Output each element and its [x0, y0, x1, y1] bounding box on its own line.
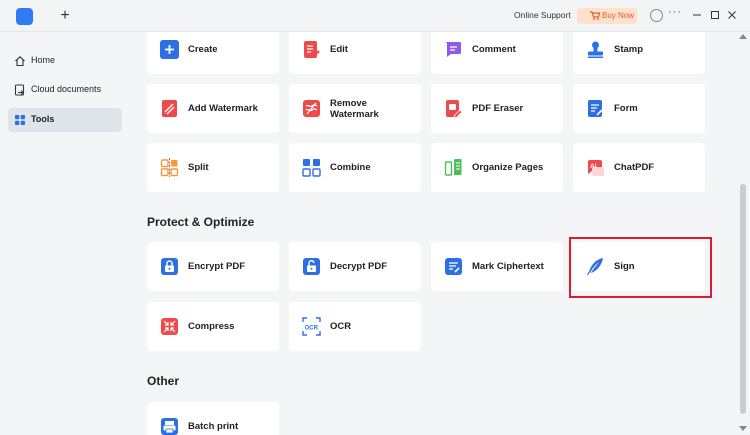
tool-batch-print[interactable]: Batch print: [147, 402, 279, 435]
buy-now-label: Buy Now: [602, 11, 635, 20]
eraser-icon: [444, 99, 463, 118]
tool-label: Edit: [330, 44, 348, 55]
cart-icon: [590, 11, 600, 20]
chatpdf-icon: Ai: [586, 158, 605, 177]
watermark-icon: [160, 99, 179, 118]
stamp-icon: [586, 40, 605, 59]
tool-pdf-eraser[interactable]: PDF Eraser: [431, 84, 563, 133]
ocr-icon: OCR: [302, 317, 321, 336]
unlock-icon: [302, 257, 321, 276]
tool-label: Batch print: [188, 421, 239, 432]
sidebar-item-home[interactable]: Home: [8, 49, 122, 73]
section-title-other: Other: [147, 374, 180, 388]
print-icon: [160, 417, 179, 435]
tool-label: OCR: [330, 321, 352, 332]
tool-label: Organize Pages: [472, 162, 544, 173]
tool-label: ChatPDF: [614, 162, 655, 173]
tool-edit[interactable]: Edit: [289, 32, 421, 74]
comment-icon: [444, 40, 463, 59]
grid-icon: [15, 115, 25, 125]
home-icon: [15, 56, 25, 67]
svg-text:OCR: OCR: [305, 325, 319, 331]
tool-label: PDF Eraser: [472, 103, 524, 114]
tool-chatpdf[interactable]: Ai ChatPDF: [573, 143, 705, 192]
app-logo-icon: [16, 8, 33, 25]
more-options-icon[interactable]: ···: [668, 6, 682, 18]
tool-label: Split: [188, 162, 209, 173]
tool-comment[interactable]: Comment: [431, 32, 563, 74]
sidebar: Home Cloud documents Tools: [0, 32, 130, 435]
scroll-down-icon[interactable]: [739, 426, 747, 431]
user-avatar-icon[interactable]: [650, 9, 663, 22]
tool-label: Decrypt PDF: [330, 261, 388, 272]
combine-icon: [302, 158, 321, 177]
maximize-icon[interactable]: [709, 9, 721, 21]
ciphertext-icon: [444, 257, 463, 276]
online-support-link[interactable]: Online Support: [514, 10, 571, 20]
buy-now-button[interactable]: Buy Now: [577, 8, 637, 24]
tool-label: Add Watermark: [188, 103, 258, 114]
tool-encrypt-pdf[interactable]: Encrypt PDF: [147, 242, 279, 291]
tool-label: Mark Ciphertext: [472, 261, 544, 272]
lock-icon: [160, 257, 179, 276]
tool-compress[interactable]: Compress: [147, 302, 279, 351]
remove-watermark-icon: [302, 99, 321, 118]
sidebar-item-label: Tools: [31, 114, 55, 124]
sidebar-item-tools[interactable]: Tools: [8, 108, 122, 132]
tool-organize-pages[interactable]: Organize Pages: [431, 143, 563, 192]
tool-label: Compress: [188, 321, 235, 332]
svg-text:Ai: Ai: [590, 163, 597, 170]
tool-form[interactable]: Form: [573, 84, 705, 133]
form-icon: [586, 99, 605, 118]
tool-label: Combine: [330, 162, 371, 173]
tool-ocr[interactable]: OCR OCR: [289, 302, 421, 351]
minimize-icon[interactable]: [691, 9, 703, 21]
vertical-scrollbar[interactable]: [737, 32, 750, 435]
tools-panel: Create Edit Comment Stamp Add Watermark …: [130, 32, 737, 435]
scroll-up-icon[interactable]: [739, 34, 747, 39]
compress-icon: [160, 317, 179, 336]
tool-label: Encrypt PDF: [188, 261, 246, 272]
tool-label: Remove Watermark: [330, 98, 379, 120]
section-title-protect-optimize: Protect & Optimize: [147, 215, 255, 229]
tool-stamp[interactable]: Stamp: [573, 32, 705, 74]
sidebar-item-cloud-documents[interactable]: Cloud documents: [8, 78, 122, 102]
sidebar-item-label: Home: [31, 55, 56, 65]
tool-add-watermark[interactable]: Add Watermark: [147, 84, 279, 133]
tool-label: Comment: [472, 44, 516, 55]
organize-pages-icon: [444, 158, 463, 177]
tool-mark-ciphertext[interactable]: Mark Ciphertext: [431, 242, 563, 291]
sidebar-item-label: Cloud documents: [31, 84, 102, 94]
plus-icon: [160, 40, 179, 59]
tool-label: Form: [614, 103, 638, 114]
tool-combine[interactable]: Combine: [289, 143, 421, 192]
title-bar: + Online Support Buy Now ···: [0, 0, 750, 32]
scrollbar-thumb[interactable]: [740, 184, 746, 414]
edit-icon: [302, 40, 321, 59]
tool-create[interactable]: Create: [147, 32, 279, 74]
close-icon[interactable]: [726, 9, 738, 21]
sign-highlight-box: [569, 237, 712, 298]
tool-label: Create: [188, 44, 218, 55]
tool-remove-watermark[interactable]: Remove Watermark: [289, 84, 421, 133]
split-icon: [160, 158, 179, 177]
cloud-document-icon: [14, 84, 25, 96]
tool-label: Stamp: [614, 44, 644, 55]
tool-split[interactable]: Split: [147, 143, 279, 192]
new-tab-button[interactable]: +: [58, 6, 72, 26]
tool-decrypt-pdf[interactable]: Decrypt PDF: [289, 242, 421, 291]
